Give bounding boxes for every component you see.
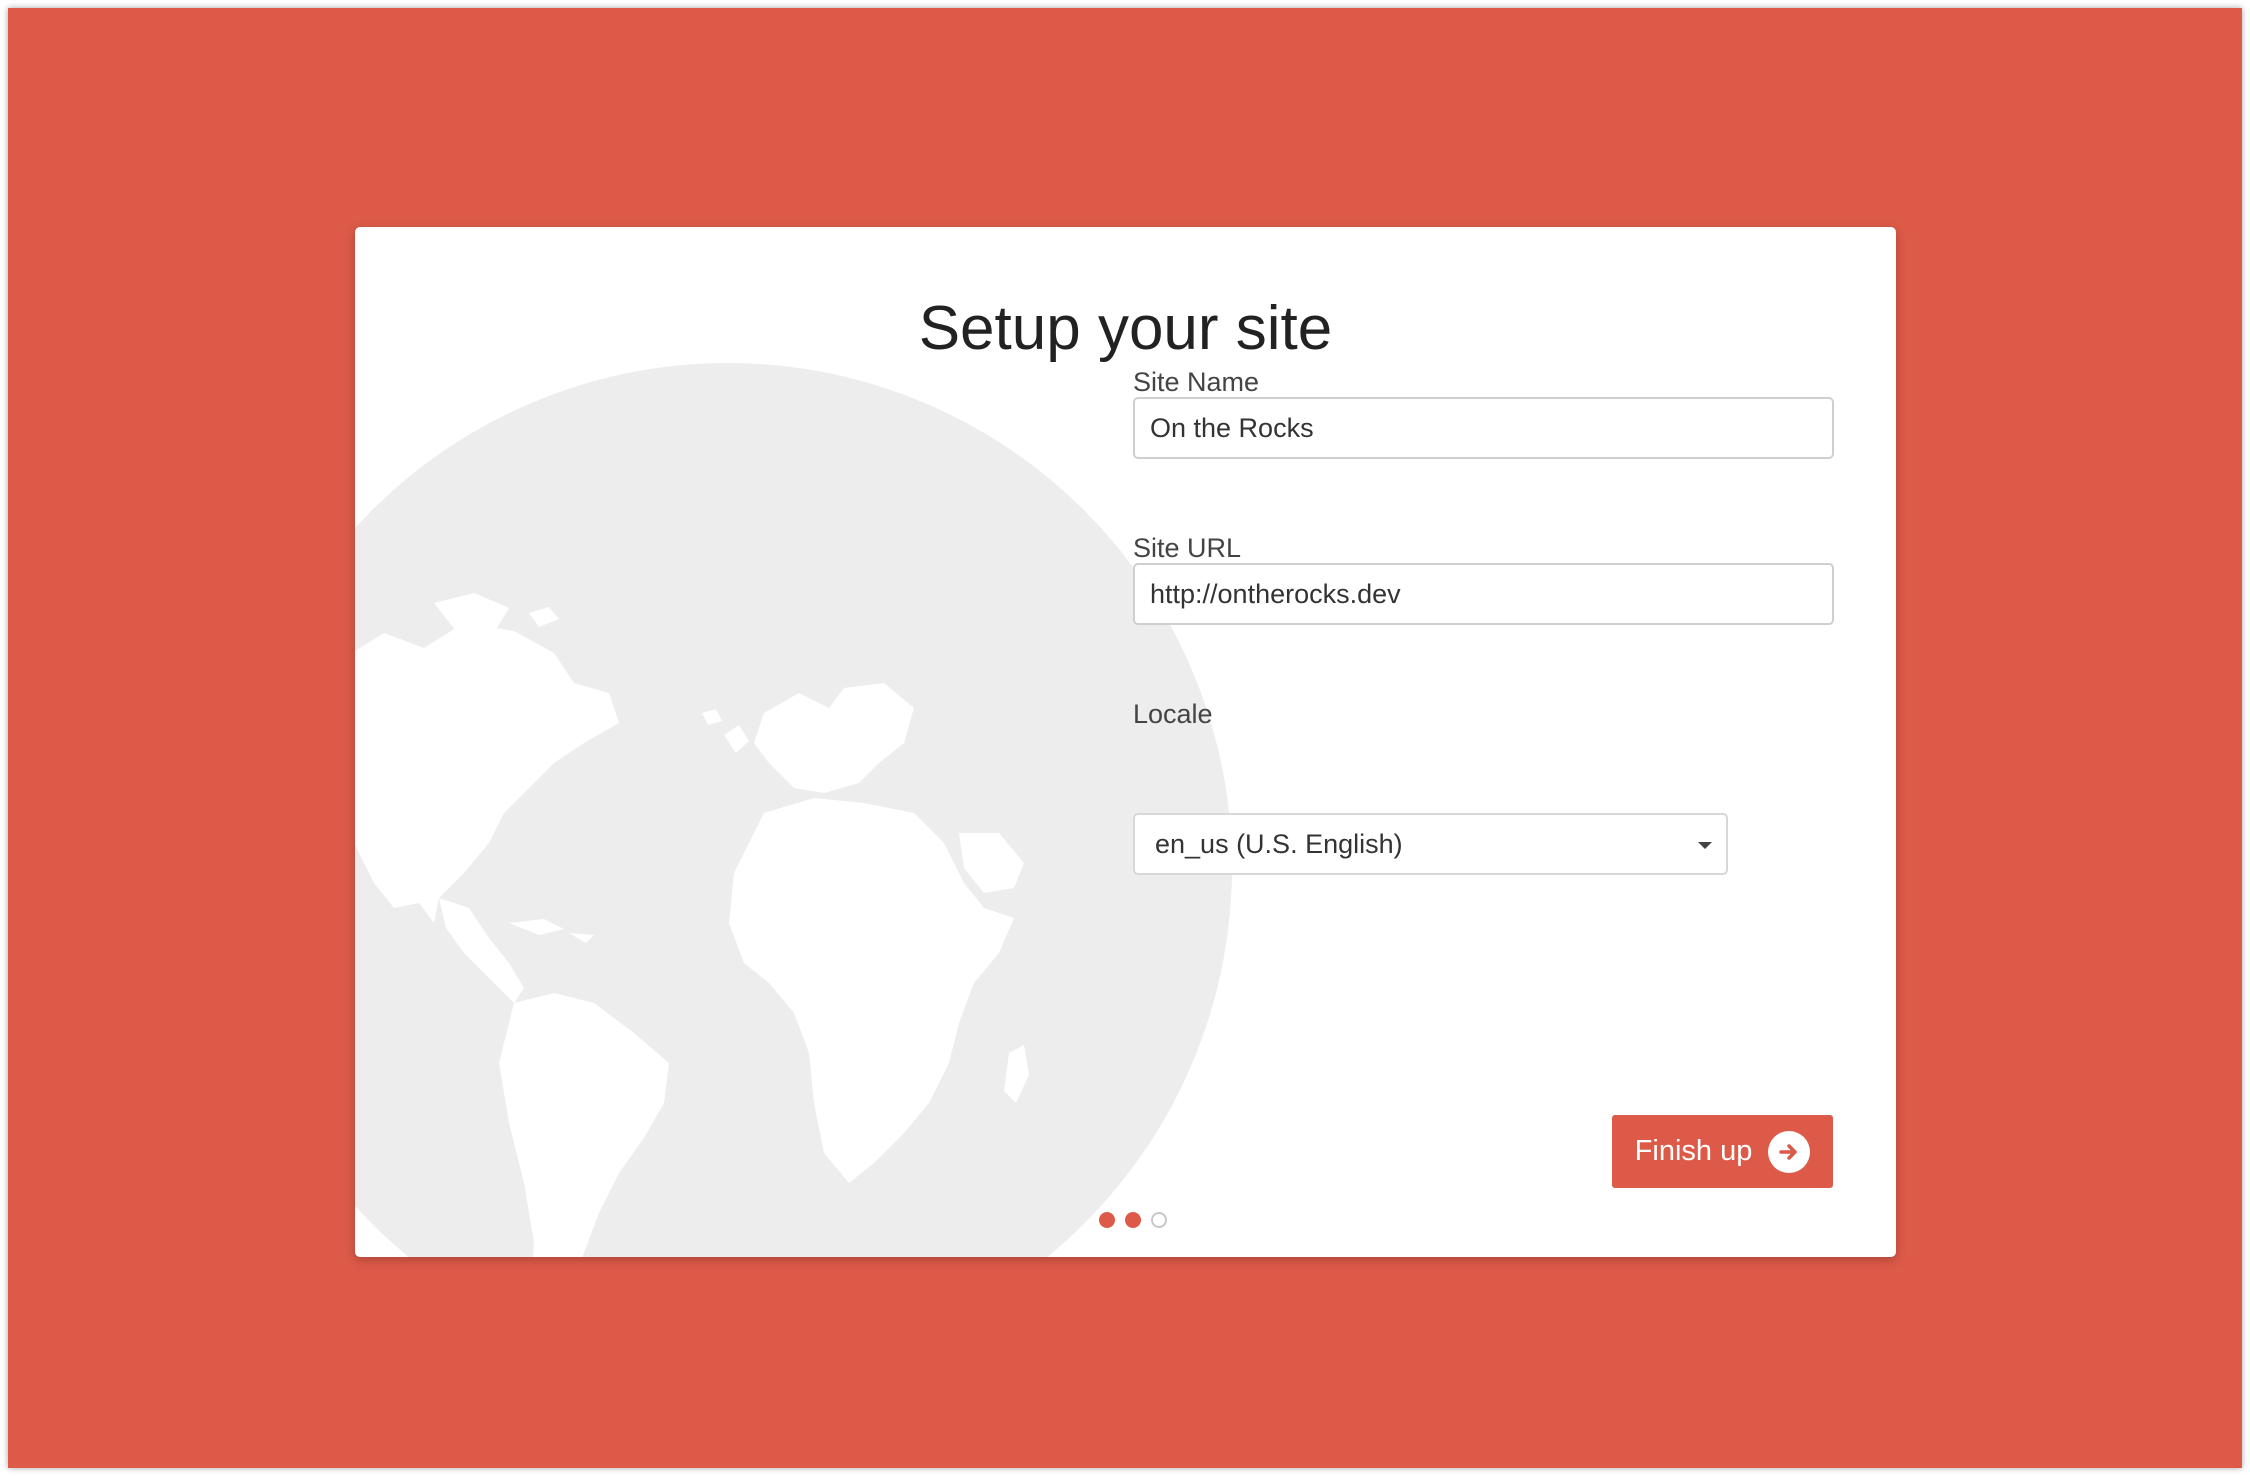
finish-up-button[interactable]: Finish up: [1612, 1115, 1833, 1188]
app-window: Setup your site Site Name Site URL Local…: [8, 8, 2242, 1468]
world-globe-illustration: [355, 363, 1232, 1257]
locale-selected-value: en_us (U.S. English): [1155, 829, 1403, 859]
arrow-right-circle-icon: [1768, 1130, 1811, 1173]
setup-card: Setup your site Site Name Site URL Local…: [355, 227, 1896, 1257]
page-title: Setup your site: [918, 294, 1333, 363]
step-dot-1: [1099, 1212, 1115, 1228]
world-map-icon: [355, 593, 1029, 1257]
finish-up-label: Finish up: [1634, 1135, 1753, 1167]
step-indicator: [1099, 1212, 1167, 1228]
caret-down-icon: [1698, 842, 1712, 849]
site-url-input[interactable]: [1133, 563, 1834, 625]
step-dot-2: [1125, 1212, 1141, 1228]
locale-select[interactable]: en_us (U.S. English): [1133, 813, 1728, 875]
step-dot-3: [1151, 1212, 1167, 1228]
site-name-label: Site Name: [1133, 367, 1260, 397]
site-name-input[interactable]: [1133, 397, 1834, 459]
site-url-label: Site URL: [1133, 533, 1242, 563]
locale-label: Locale: [1133, 699, 1213, 729]
